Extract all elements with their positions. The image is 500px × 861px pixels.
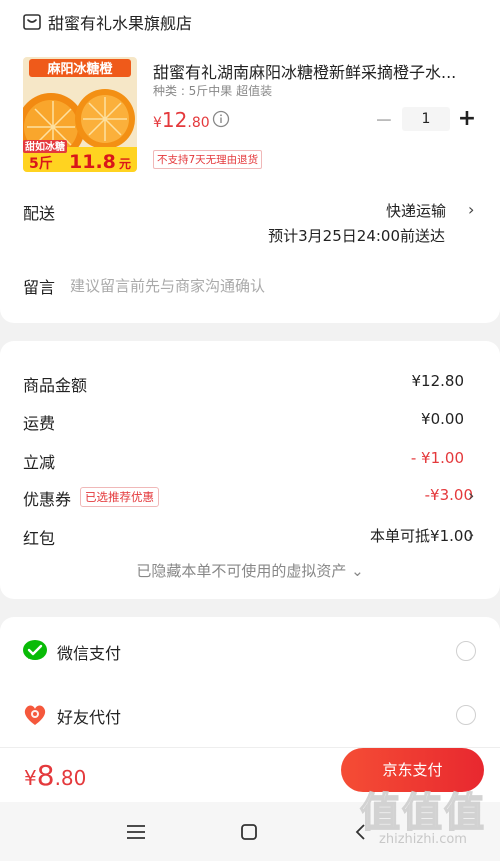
image-sticker-text: 甜如冰糖: [25, 140, 65, 153]
shop-name: 甜蜜有礼水果旗舰店: [48, 14, 193, 33]
summary-value: ¥12.80: [411, 372, 465, 390]
summary-label: 红包: [23, 529, 56, 548]
summary-row-goods: 商品金额 ¥12.80: [0, 368, 500, 398]
summary-row-coupon[interactable]: 优惠券 已选推荐优惠 -¥3.00 ›: [0, 482, 500, 512]
delivery-eta: 预计3月25日24:00前送达: [268, 227, 445, 245]
home-icon[interactable]: [234, 819, 264, 845]
watermark-brand: 值值值: [359, 789, 486, 837]
product-title[interactable]: 甜蜜有礼湖南麻阳冰糖橙新鲜采摘橙子水...: [153, 59, 478, 83]
summary-value: -¥3.00: [424, 486, 473, 504]
summary-value: - ¥1.00: [410, 449, 464, 467]
hidden-assets-toggle[interactable]: 已隐藏本单不可使用的虚拟资产 ⌄: [0, 560, 500, 581]
note-label: 留言: [23, 278, 56, 297]
quantity-decrease-button[interactable]: −: [374, 108, 394, 133]
order-card: 甜蜜有礼水果旗舰店 麻阳冰糖橙 甜如冰糖 5斤 11.8 元 甜蜜有礼湖南麻阳冰…: [0, 0, 500, 323]
total-integer: 8: [36, 759, 55, 792]
price-integer: 12: [161, 108, 188, 132]
return-policy-tag: 不支持7天无理由退货: [153, 150, 263, 169]
payment-option-label: 微信支付: [57, 644, 122, 663]
image-banner-text: 麻阳冰糖橙: [46, 61, 113, 77]
chevron-right-icon[interactable]: ›: [468, 200, 474, 219]
summary-row-shipping: 运费 ¥0.00: [0, 406, 500, 436]
summary-label: 立减: [23, 453, 56, 472]
menu-icon[interactable]: [121, 819, 151, 845]
summary-row-discount: 立减 - ¥1.00: [0, 445, 500, 475]
delivery-label: 配送: [23, 204, 56, 223]
payment-option-friend[interactable]: 好友代付: [0, 697, 500, 733]
product-price: ¥12.80: [153, 108, 210, 132]
quantity-input[interactable]: 1: [402, 107, 450, 131]
order-total: ¥8.80: [24, 759, 86, 792]
payment-radio[interactable]: [456, 705, 476, 725]
image-promo-unit: 元: [119, 157, 131, 171]
payment-option-wechat[interactable]: 微信支付: [0, 633, 500, 669]
summary-value: 本单可抵¥1.00: [370, 527, 473, 545]
summary-label: 运费: [23, 414, 56, 433]
product-spec[interactable]: 种类 : 5斤中果 超值装: [153, 82, 272, 99]
wechat-pay-icon: [23, 640, 47, 660]
friend-pay-icon: [24, 705, 46, 725]
summary-row-redpacket[interactable]: 红包 本单可抵¥1.00 ›: [0, 521, 500, 551]
note-input[interactable]: 建议留言前先与商家沟通确认: [70, 275, 265, 296]
total-decimal: .80: [54, 766, 87, 790]
product-image[interactable]: 麻阳冰糖橙 甜如冰糖 5斤 11.8 元: [23, 57, 137, 172]
payment-option-label: 好友代付: [57, 708, 122, 727]
summary-label: 商品金额: [23, 376, 88, 395]
total-currency: ¥: [24, 766, 37, 790]
delivery-method[interactable]: 快递运输: [386, 200, 446, 221]
price-decimal: .80: [187, 115, 210, 131]
summary-label: 优惠券: [23, 490, 72, 509]
chevron-right-icon[interactable]: ›: [468, 486, 474, 505]
price-currency: ¥: [153, 115, 162, 131]
image-promo-qty: 5斤: [29, 155, 53, 172]
watermark: 值值值 zhizhizhi.com: [359, 780, 486, 847]
store-icon: [23, 14, 41, 30]
quantity-increase-button[interactable]: +: [457, 106, 477, 131]
shop-header[interactable]: 甜蜜有礼水果旗舰店: [22, 10, 192, 34]
coupon-tag: 已选推荐优惠: [80, 487, 159, 507]
summary-value: ¥0.00: [421, 410, 464, 428]
image-promo-price: 11.8: [69, 151, 116, 172]
payment-radio[interactable]: [456, 641, 476, 661]
chevron-right-icon[interactable]: ›: [468, 525, 474, 544]
info-icon[interactable]: [212, 110, 230, 128]
